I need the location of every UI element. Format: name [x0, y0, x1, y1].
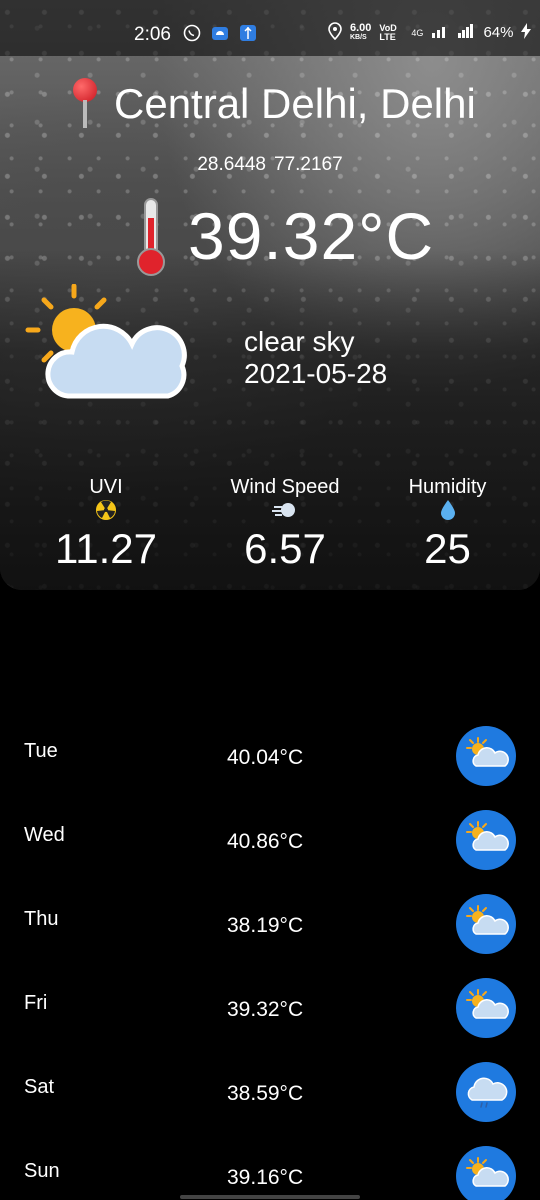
- forecast-day: Fri: [24, 992, 48, 1014]
- condition-text: clear sky: [244, 326, 355, 357]
- humidity-label: Humidity: [408, 476, 487, 498]
- charging-icon: [521, 23, 532, 42]
- forecast-day: Tue: [24, 740, 58, 762]
- forecast-temp: 39.16°C: [227, 1166, 304, 1189]
- weather-hero-card: 2:06 6.00 KB/S VoD LTE 4G 64% Central De…: [0, 0, 540, 590]
- coordinates: 28.6448 77.2167: [0, 154, 540, 176]
- android-icon: [211, 24, 229, 47]
- notification-icons: [183, 24, 257, 47]
- location-name: Central Delhi, Delhi: [114, 80, 476, 127]
- signal-icon: [431, 24, 449, 41]
- forecast-row[interactable]: Sun 39.16°C: [0, 1126, 540, 1200]
- sun-cloud-icon: [456, 810, 516, 870]
- home-indicator[interactable]: [180, 1195, 360, 1199]
- system-icons: 6.00 KB/S VoD LTE 4G 64%: [328, 21, 532, 43]
- sun-cloud-icon: [456, 894, 516, 954]
- sun-cloud-icon: [24, 283, 189, 404]
- water-drop-icon: [400, 499, 495, 523]
- forecast-day: Sun: [24, 1160, 60, 1182]
- vod-lte-label: VoD LTE: [379, 22, 397, 42]
- whatsapp-icon: [183, 24, 201, 47]
- forecast-temp: 38.19°C: [227, 914, 304, 937]
- forecast-row[interactable]: Thu 38.19°C: [0, 874, 540, 958]
- latitude: 28.6448: [197, 154, 266, 175]
- forecast-day: Thu: [24, 908, 59, 930]
- wind-value: 6.57: [244, 525, 326, 572]
- signal-icon-2: [457, 24, 475, 41]
- forecast-row[interactable]: Wed 40.86°C: [0, 790, 540, 874]
- forecast-row[interactable]: Fri 39.32°C: [0, 958, 540, 1042]
- net-speed-value: 6.00: [350, 21, 372, 34]
- forecast-row[interactable]: Tue 40.04°C: [0, 706, 540, 790]
- sun-cloud-icon: [456, 978, 516, 1038]
- current-temperature-row: 39.32°C: [134, 196, 434, 276]
- rain-cloud-icon: [456, 1062, 516, 1122]
- uvi-label: UVI: [89, 476, 123, 498]
- date-text: 2021-05-28: [244, 358, 388, 389]
- humidity-stat: Humidity 25: [400, 476, 495, 573]
- net-speed-unit: KB/S: [350, 33, 367, 41]
- forecast-temp: 38.59°C: [227, 1082, 304, 1105]
- battery-percent: 64%: [483, 24, 514, 41]
- wind-label: Wind Speed: [230, 476, 340, 498]
- sun-cloud-icon: [456, 1146, 516, 1200]
- forecast-day: Sat: [24, 1076, 55, 1098]
- forecast-day: Wed: [24, 824, 65, 846]
- forecast-temp: 40.86°C: [227, 830, 304, 853]
- humidity-value: 25: [424, 525, 471, 572]
- weather-description: clear sky 2021-05-28: [244, 326, 387, 390]
- pin-icon: [70, 78, 100, 130]
- current-temperature: 39.32°C: [188, 199, 435, 273]
- network-type: 4G: [411, 27, 424, 38]
- stats-row: UVI 11.27 Wind Speed 6.57 Humidity 25: [0, 476, 540, 576]
- uvi-stat: UVI 11.27: [50, 476, 162, 573]
- status-time: 2:06: [134, 24, 171, 45]
- location-icon: [328, 22, 342, 43]
- forecast-temp: 39.32°C: [227, 998, 304, 1021]
- status-bar: 2:06 6.00 KB/S VoD LTE 4G 64%: [0, 0, 540, 56]
- uvi-value: 11.27: [55, 525, 157, 572]
- longitude: 77.2167: [274, 154, 343, 175]
- wind-stat: Wind Speed 6.57: [226, 476, 344, 573]
- net-speed: 6.00 KB/S: [350, 21, 372, 43]
- forecast-row[interactable]: Sat 38.59°C: [0, 1042, 540, 1126]
- forecast-temp: 40.04°C: [227, 746, 304, 769]
- location-row: Central Delhi, Delhi: [70, 78, 476, 130]
- wind-icon: [226, 499, 344, 523]
- thermometer-icon: [134, 196, 166, 276]
- forecast-list[interactable]: Tue 40.04°C Wed 40.86°C Thu 38.19°C Fri …: [0, 706, 540, 1200]
- sun-cloud-icon: [456, 726, 516, 786]
- usb-icon: [239, 24, 257, 47]
- radiation-icon: [50, 499, 162, 523]
